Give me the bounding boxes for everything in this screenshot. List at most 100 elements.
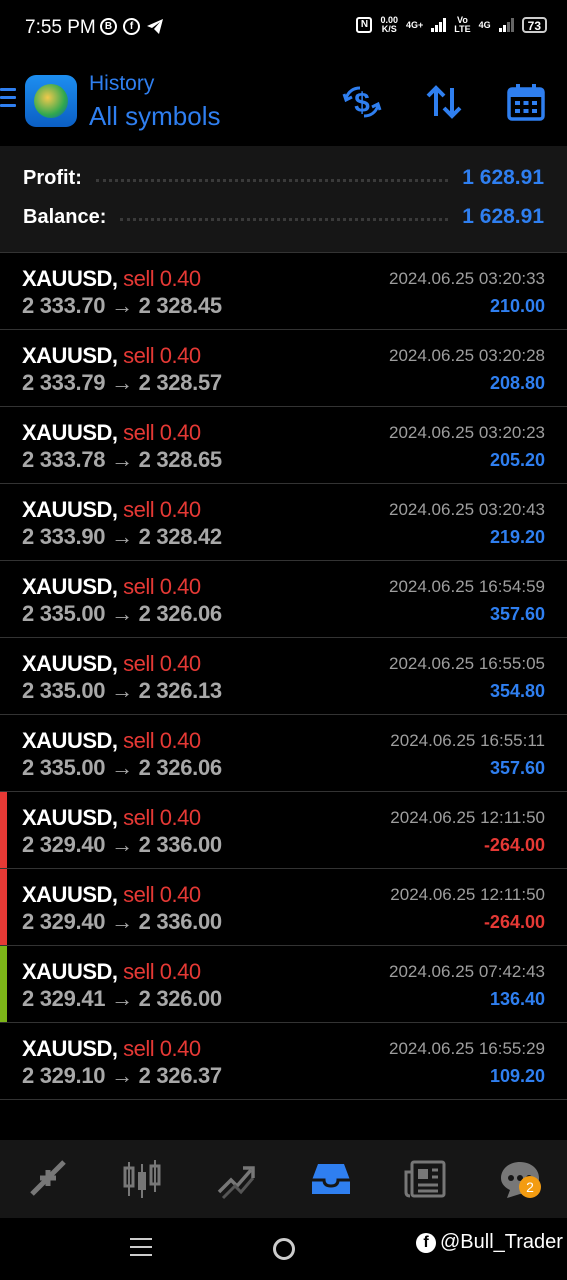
balance-row: Balance: 1 628.91 [23, 202, 544, 232]
system-nav-bar: f @Bull_Trader [0, 1218, 567, 1280]
open-price: 2 333.78 [22, 447, 106, 472]
tab-news[interactable] [378, 1140, 473, 1218]
deal-row[interactable]: XAUUSD, sell 0.40 2 335.00 → 2 326.06 2024… [0, 561, 567, 638]
deal-prices: 2 333.78 → 2 328.65 [22, 447, 222, 473]
deal-prices: 2 329.40 → 2 336.00 [22, 832, 222, 858]
deal-side: sell 0.40 [123, 1036, 201, 1061]
deal-marker [0, 946, 7, 1022]
arrow-icon: → [111, 755, 133, 780]
status-indicators: N 0.00 K/S 4G+ Vo LTE 4G 73 [356, 16, 547, 34]
deal-prices: 2 335.00 → 2 326.06 [22, 601, 222, 627]
battery-icon: 73 [521, 17, 547, 33]
dotted-leader [95, 178, 449, 182]
open-price: 2 333.90 [22, 524, 106, 549]
deal-row[interactable]: XAUUSD, sell 0.40 2 333.78 → 2 328.65 2024… [0, 407, 567, 484]
deal-profit: 208.80 [489, 373, 545, 393]
deal-symbol-name: XAUUSD, [22, 728, 118, 753]
deal-prices: 2 329.41 → 2 326.00 [22, 986, 222, 1012]
deal-row[interactable]: XAUUSD, sell 0.40 2 333.70 → 2 328.45 2024… [0, 253, 567, 330]
net-speed-unit: K/S [381, 24, 397, 34]
arrow-icon: → [111, 832, 133, 857]
deal-time: 2024.06.25 03:20:33 [389, 269, 545, 288]
deal-time: 2024.06.25 12:11:50 [390, 885, 545, 904]
recent-apps-button[interactable] [130, 1238, 152, 1262]
tab-messages[interactable]: 2 [473, 1140, 567, 1218]
deal-symbol-name: XAUUSD, [22, 1036, 118, 1061]
deal-time: 2024.06.25 16:55:29 [389, 1039, 545, 1058]
tab-trade[interactable] [189, 1140, 284, 1218]
deal-time: 2024.06.25 12:11:50 [390, 808, 545, 827]
calendar-icon[interactable] [506, 82, 546, 122]
open-price: 2 329.40 [22, 909, 106, 934]
deal-symbol-name: XAUUSD, [22, 882, 118, 907]
deal-symbol: XAUUSD, sell 0.40 [22, 882, 201, 908]
deal-symbol: XAUUSD, sell 0.40 [22, 959, 201, 985]
watermark: f @Bull_Trader [416, 1231, 563, 1254]
network-1-label: 4G+ [406, 19, 424, 30]
messages-badge: 2 [519, 1176, 541, 1198]
deal-prices: 2 329.10 → 2 326.37 [22, 1063, 222, 1089]
deal-symbol-name: XAUUSD, [22, 959, 118, 984]
deal-prices: 2 335.00 → 2 326.06 [22, 755, 222, 781]
telegram-icon [147, 19, 163, 34]
deal-row[interactable]: XAUUSD, sell 0.40 2 329.41 → 2 326.00 2024… [0, 946, 567, 1023]
menu-icon[interactable] [0, 88, 16, 112]
status-time: 7:55 PM [25, 17, 96, 38]
deal-profit: 136.40 [489, 989, 545, 1009]
deal-prices: 2 333.79 → 2 328.57 [22, 370, 222, 396]
tab-history[interactable] [284, 1140, 379, 1218]
deal-row[interactable]: XAUUSD, sell 0.40 2 329.40 → 2 336.00 2024… [0, 792, 567, 869]
close-price: 2 326.13 [138, 678, 223, 703]
deal-row[interactable]: XAUUSD, sell 0.40 2 335.00 → 2 326.06 2024… [0, 715, 567, 792]
deal-prices: 2 333.70 → 2 328.45 [22, 293, 222, 319]
account-summary: Profit: 1 628.91 Balance: 1 628.91 [0, 146, 567, 253]
deal-side: sell 0.40 [123, 497, 201, 522]
close-price: 2 328.65 [138, 447, 223, 472]
tab-quotes[interactable] [0, 1140, 95, 1218]
currency-exchange-icon[interactable]: $ [342, 82, 382, 122]
network-1: 4G+ [406, 19, 424, 30]
status-bar: 7:55 PM B f N 0.00 K/S 4G+ Vo LTE 4G 73 [0, 0, 567, 58]
deal-side: sell 0.40 [123, 882, 201, 907]
arrow-icon: → [111, 524, 133, 549]
deal-side: sell 0.40 [123, 959, 201, 984]
deal-row[interactable]: XAUUSD, sell 0.40 2 335.00 → 2 326.13 2024… [0, 638, 567, 715]
deal-side: sell 0.40 [123, 420, 201, 445]
home-button[interactable] [273, 1238, 295, 1260]
deal-row[interactable]: XAUUSD, sell 0.40 2 333.79 → 2 328.57 2024… [0, 330, 567, 407]
volte-indicator: Vo LTE [454, 16, 470, 34]
close-price: 2 326.37 [138, 1063, 223, 1088]
sort-icon[interactable] [424, 82, 464, 122]
balance-label: Balance: [23, 205, 107, 228]
deal-symbol: XAUUSD, sell 0.40 [22, 651, 201, 677]
deal-profit: -264.00 [483, 912, 545, 932]
facebook-icon: f [123, 18, 140, 35]
close-price: 2 336.00 [138, 909, 223, 934]
profit-label: Profit: [23, 166, 82, 189]
notification-icons: B f [100, 18, 164, 35]
deal-profit: 219.20 [489, 527, 545, 547]
deal-profit: 210.00 [489, 296, 545, 316]
quotes-arrows-icon [30, 1160, 67, 1196]
deal-row[interactable]: XAUUSD, sell 0.40 2 329.10 → 2 326.37 2024… [0, 1023, 567, 1100]
deal-symbol: XAUUSD, sell 0.40 [22, 266, 201, 292]
arrow-icon: → [111, 293, 133, 318]
deal-symbol-name: XAUUSD, [22, 420, 118, 445]
newspaper-icon [404, 1160, 446, 1198]
deal-symbol: XAUUSD, sell 0.40 [22, 497, 201, 523]
open-price: 2 333.70 [22, 293, 106, 318]
deal-marker [0, 869, 7, 945]
metatrader-logo[interactable] [25, 75, 77, 127]
deal-prices: 2 335.00 → 2 326.13 [22, 678, 222, 704]
close-price: 2 326.06 [138, 601, 223, 626]
deal-symbol-name: XAUUSD, [22, 266, 118, 291]
close-price: 2 326.00 [138, 986, 223, 1011]
close-price: 2 328.42 [138, 524, 223, 549]
deal-marker [0, 792, 7, 868]
tab-chart[interactable] [95, 1140, 190, 1218]
deal-row[interactable]: XAUUSD, sell 0.40 2 329.40 → 2 336.00 2024… [0, 869, 567, 946]
deal-profit: 205.20 [489, 450, 545, 470]
deal-row[interactable]: XAUUSD, sell 0.40 2 333.90 → 2 328.42 2024… [0, 484, 567, 561]
deal-prices: 2 333.90 → 2 328.42 [22, 524, 222, 550]
symbol-filter[interactable]: All symbols [89, 101, 220, 132]
